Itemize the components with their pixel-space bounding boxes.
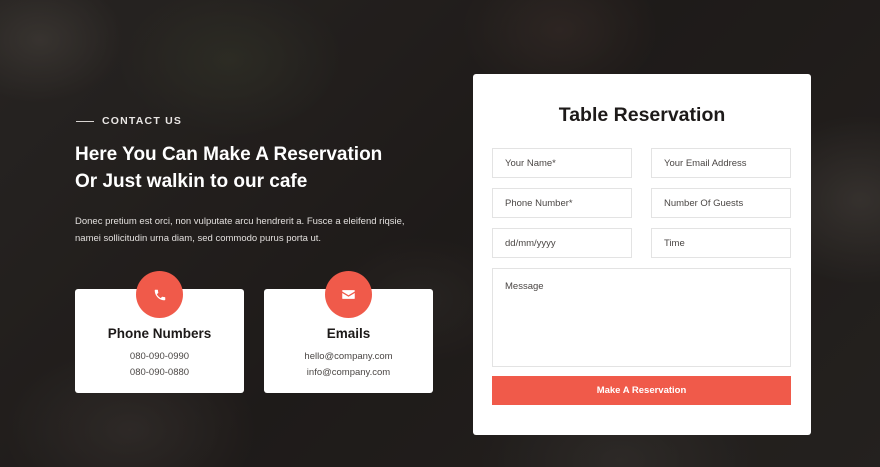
phone-input[interactable] (492, 188, 632, 218)
page-title: Here You Can Make A Reservation Or Just … (75, 141, 445, 195)
message-textarea[interactable] (492, 268, 791, 367)
make-reservation-button[interactable]: Make A Reservation (492, 376, 791, 405)
phone-icon-circle (136, 271, 183, 318)
email-address-2[interactable]: info@company.com (264, 367, 433, 378)
section-eyebrow: CONTACT US (76, 115, 182, 127)
phone-card-title: Phone Numbers (107, 326, 212, 341)
guests-input[interactable] (651, 188, 791, 218)
headline-line-1: Here You Can Make A Reservation (75, 144, 383, 165)
email-input[interactable] (651, 148, 791, 178)
email-card: Emails hello@company.com info@company.co… (264, 271, 433, 393)
phone-number-1[interactable]: 080-090-0990 (75, 351, 244, 362)
phone-icon (154, 289, 165, 300)
eyebrow-label: CONTACT US (102, 115, 183, 127)
form-title: Table Reservation (558, 104, 726, 126)
envelope-icon (342, 290, 355, 299)
contact-description: Donec pretium est orci, non vulputate ar… (75, 216, 405, 244)
name-input[interactable] (492, 148, 632, 178)
date-input[interactable] (492, 228, 632, 258)
email-card-title: Emails (326, 326, 371, 341)
phone-card: Phone Numbers 080-090-0990 080-090-0880 (75, 271, 244, 393)
time-input[interactable] (651, 228, 791, 258)
email-address-1[interactable]: hello@company.com (264, 351, 433, 362)
phone-number-2[interactable]: 080-090-0880 (75, 367, 244, 378)
email-icon-circle (325, 271, 372, 318)
reservation-form: Table Reservation Make A Reservation (473, 74, 811, 435)
eyebrow-line (76, 120, 94, 122)
headline-line-2: Or Just walkin to our cafe (75, 171, 308, 192)
